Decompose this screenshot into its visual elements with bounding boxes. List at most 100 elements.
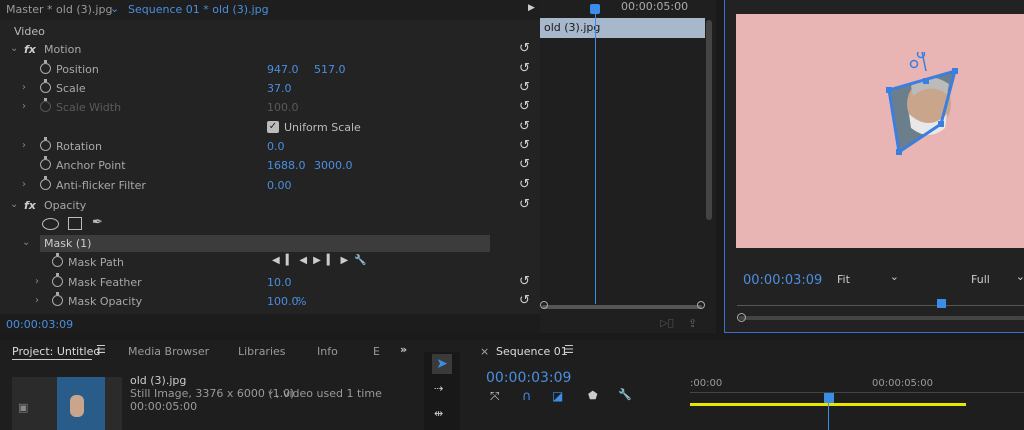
position-x-value[interactable]: 947.0 <box>267 63 299 76</box>
hamburger-icon[interactable]: ☰ <box>96 343 106 356</box>
program-timecode[interactable]: 00:00:03:09 <box>743 273 822 288</box>
selection-tool-icon[interactable]: ➤ <box>432 354 452 374</box>
tab-libraries[interactable]: Libraries <box>238 345 286 358</box>
scale-value[interactable]: 37.0 <box>267 82 292 95</box>
marker-icon[interactable]: ⬟ <box>588 389 598 402</box>
pen-mask-icon[interactable]: ✒ <box>92 215 103 230</box>
mask-opacity-unit: % <box>296 295 307 308</box>
stopwatch-icon[interactable] <box>40 79 51 93</box>
tab-info[interactable]: Info <box>317 345 338 358</box>
program-preview[interactable] <box>736 14 1024 248</box>
ripple-edit-tool-icon[interactable]: ⇹ <box>434 407 443 420</box>
uniform-scale-checkbox[interactable]: ✓ <box>267 121 279 133</box>
chevron-down-icon[interactable]: ⌄ <box>10 43 18 54</box>
chevron-right-icon[interactable]: › <box>22 101 26 112</box>
project-tab[interactable]: Project: Untitled <box>12 345 100 358</box>
hamburger-icon[interactable]: ☰ <box>564 343 574 356</box>
stopwatch-icon[interactable] <box>40 176 51 190</box>
masked-face-preview[interactable] <box>871 52 971 172</box>
clip-thumbnail[interactable]: ▣ <box>12 377 122 430</box>
mask-row[interactable]: ⌄ Mask (1) <box>0 234 540 253</box>
anchor-y-value[interactable]: 3000.0 <box>314 159 353 172</box>
rectangle-mask-icon[interactable] <box>68 217 82 230</box>
tab-master[interactable]: Master * old (3).jpg <box>6 3 112 16</box>
chevron-right-icon[interactable]: › <box>35 276 39 287</box>
mask-label: Mask (1) <box>44 237 92 250</box>
sequence-tab[interactable]: Sequence 01 <box>496 345 568 358</box>
reset-icon[interactable]: ↺ <box>519 274 530 289</box>
fx-icon: fx <box>24 199 36 212</box>
track-forward-icon[interactable]: ▶ <box>313 255 327 266</box>
tab-media-browser[interactable]: Media Browser <box>128 345 209 358</box>
reset-icon[interactable]: ↺ <box>519 41 530 56</box>
mini-timeline-clip[interactable]: old (3).jpg <box>540 18 705 38</box>
chevron-down-icon[interactable]: ⌄ <box>110 2 119 15</box>
anti-flicker-value[interactable]: 0.00 <box>267 179 292 192</box>
close-icon[interactable]: × <box>480 345 489 358</box>
chevron-right-icon[interactable]: › <box>22 179 26 190</box>
track-backward-icon[interactable]: ◀ <box>299 255 313 266</box>
chevron-down-icon[interactable]: ⌄ <box>10 199 18 210</box>
sequence-playhead[interactable] <box>824 393 834 403</box>
reset-icon[interactable]: ↺ <box>519 197 530 212</box>
stopwatch-icon[interactable] <box>52 292 63 306</box>
reset-icon[interactable]: ↺ <box>519 138 530 153</box>
snap-icon[interactable]: ∩ <box>522 389 532 404</box>
anchor-x-value[interactable]: 1688.0 <box>267 159 306 172</box>
effect-controls-timeline[interactable]: 00:00:05:00 old (3).jpg ▷⃦ ⇪ <box>540 0 716 333</box>
effect-controls-timecode[interactable]: 00:00:03:09 <box>6 318 73 331</box>
filter-icon[interactable]: ▷⃦ <box>660 318 674 329</box>
rotation-value[interactable]: 0.0 <box>267 140 285 153</box>
vertical-scrollbar[interactable] <box>706 20 712 220</box>
tab-sequence[interactable]: Sequence 01 * old (3).jpg <box>128 3 269 16</box>
stopwatch-icon[interactable] <box>40 156 51 170</box>
scale-width-label: Scale Width <box>56 101 122 114</box>
reset-icon[interactable]: ↺ <box>519 157 530 172</box>
track-backward-one-icon[interactable]: ◀▍ <box>272 255 299 266</box>
reset-icon[interactable]: ↺ <box>519 80 530 95</box>
position-y-value[interactable]: 517.0 <box>314 63 346 76</box>
track-select-tool-icon[interactable]: ⇢ <box>434 382 443 395</box>
scroll-left-handle[interactable] <box>540 301 548 309</box>
play-only-icon[interactable]: ▶ <box>528 3 535 13</box>
export-icon[interactable]: ⇪ <box>688 317 697 330</box>
horizontal-scrollbar[interactable] <box>542 305 702 309</box>
stopwatch-icon[interactable] <box>52 273 63 287</box>
quality-dropdown[interactable]: Full ⌄ <box>971 270 1024 286</box>
reset-icon[interactable]: ↺ <box>519 61 530 76</box>
track-forward-one-icon[interactable]: ▍▶ <box>327 255 354 266</box>
chevron-right-icon[interactable]: › <box>22 82 26 93</box>
linked-selection-icon[interactable]: ◪ <box>552 389 563 403</box>
scroll-right-handle[interactable] <box>697 301 705 309</box>
stopwatch-icon[interactable] <box>40 137 51 151</box>
program-playhead[interactable] <box>937 299 946 308</box>
opacity-row[interactable]: ⌄ fx Opacity ↺ <box>0 196 540 215</box>
stopwatch-icon[interactable] <box>40 60 51 74</box>
chevron-right-icon[interactable]: › <box>35 295 39 306</box>
chevron-right-icon[interactable]: › <box>22 140 26 151</box>
fit-dropdown[interactable]: Fit ⌄ <box>837 270 899 286</box>
reset-icon[interactable]: ↺ <box>519 293 530 308</box>
tab-effects[interactable]: E <box>373 345 380 358</box>
ellipse-mask-icon[interactable] <box>42 218 59 230</box>
reset-icon[interactable]: ↺ <box>519 119 530 134</box>
clip-duration: 00:00:05:00 <box>130 400 198 413</box>
zoom-handle[interactable] <box>737 313 746 322</box>
mini-playhead-handle[interactable] <box>590 4 600 14</box>
chevron-down-icon[interactable]: ⌄ <box>266 384 275 397</box>
mask-feather-value[interactable]: 10.0 <box>267 276 292 289</box>
stopwatch-icon[interactable] <box>52 253 63 267</box>
reset-icon[interactable]: ↺ <box>519 177 530 192</box>
sequence-timecode[interactable]: 00:00:03:09 <box>486 370 571 386</box>
motion-row[interactable]: ⌄ fx Motion ↺ <box>0 40 540 59</box>
nest-icon[interactable]: ⤧ <box>490 389 500 404</box>
clip-name[interactable]: old (3).jpg <box>130 374 186 387</box>
scale-label: Scale <box>56 82 86 95</box>
chevron-down-icon[interactable]: ⌄ <box>22 237 30 248</box>
wrench-icon[interactable]: 🔧 <box>618 388 632 401</box>
program-zoom-bar[interactable] <box>739 316 1024 320</box>
wrench-icon[interactable]: 🔧 <box>354 255 372 266</box>
mask-opacity-value[interactable]: 100.0 <box>267 295 299 308</box>
overflow-icon[interactable]: » <box>400 343 407 356</box>
reset-icon[interactable]: ↺ <box>519 99 530 114</box>
